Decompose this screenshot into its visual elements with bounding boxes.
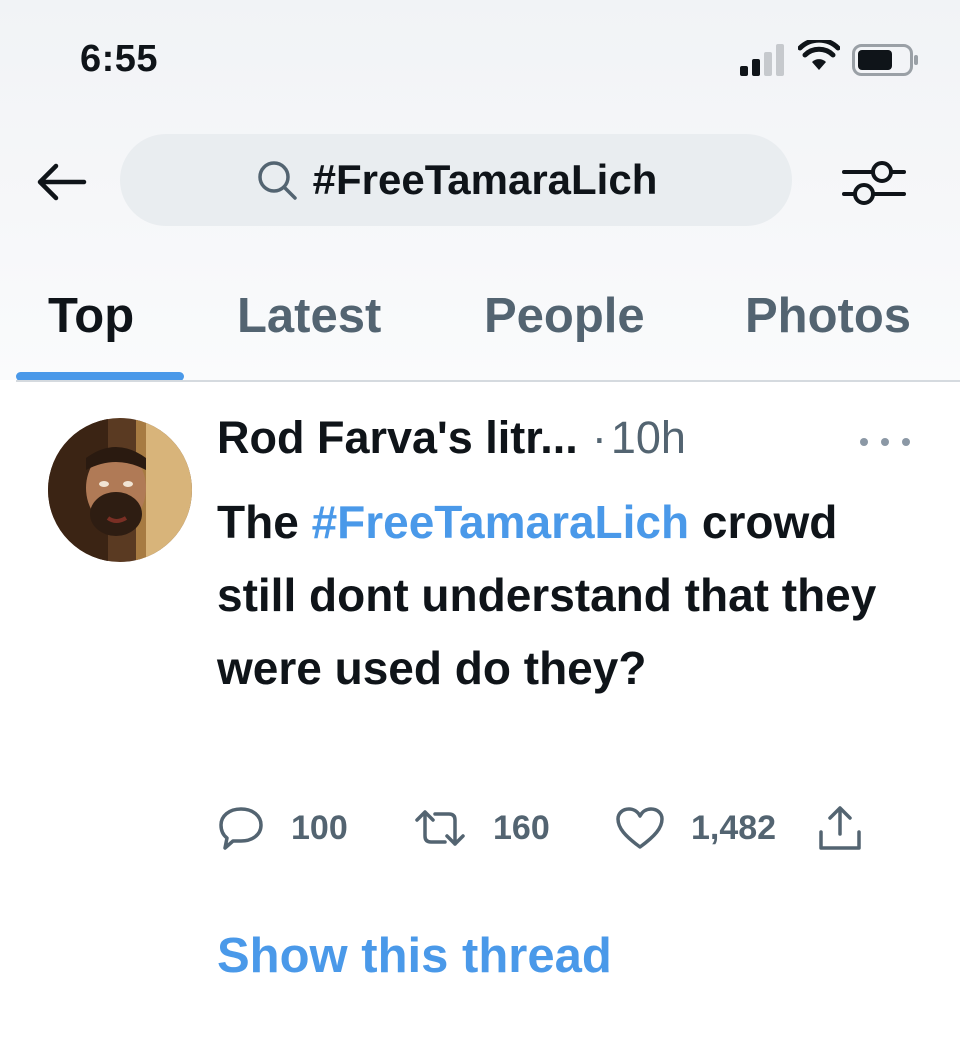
tab-people[interactable]: People <box>484 288 645 344</box>
cellular-signal-icon <box>740 44 784 76</box>
search-query: #FreeTamaraLich <box>312 156 658 203</box>
more-options-icon[interactable] <box>860 428 910 456</box>
tab-photos[interactable]: Photos <box>745 288 911 344</box>
author-name[interactable]: Rod Farva's litr... <box>217 412 578 464</box>
search-settings-icon[interactable] <box>838 152 910 212</box>
reply-button[interactable]: 100 <box>217 798 348 858</box>
avatar[interactable] <box>48 418 192 562</box>
hashtag-link[interactable]: #FreeTamaraLich <box>312 496 690 548</box>
tab-latest[interactable]: Latest <box>237 288 381 344</box>
tweet-text: The #FreeTamaraLich crowd still dont und… <box>217 486 917 705</box>
share-button[interactable] <box>817 798 863 858</box>
reply-icon <box>219 807 263 850</box>
heart-icon <box>616 807 664 849</box>
wifi-icon <box>798 40 840 70</box>
back-button[interactable] <box>30 156 90 208</box>
retweet-count: 160 <box>493 808 550 847</box>
tweet-header: Rod Farva's litr... · 10h <box>217 412 686 472</box>
like-count: 1,482 <box>691 808 777 847</box>
retweet-button[interactable]: 160 <box>413 798 550 858</box>
show-thread-link[interactable]: Show this thread <box>217 928 612 984</box>
like-button[interactable]: 1,482 <box>615 798 776 858</box>
share-icon <box>819 806 861 850</box>
search-input[interactable]: #FreeTamaraLich <box>120 134 792 226</box>
retweet-icon <box>415 810 465 846</box>
tweet-actions: 100 160 1,482 <box>217 798 917 858</box>
search-icon <box>255 158 299 202</box>
arrow-left-icon <box>37 163 87 201</box>
tweet-text-prefix: The <box>217 496 312 548</box>
tweet-time[interactable]: 10h <box>611 412 686 464</box>
search-tabs: Top Latest People Photos <box>0 270 960 382</box>
battery-icon <box>852 44 918 76</box>
separator-dot: · <box>591 412 607 463</box>
tabs-divider <box>16 380 960 382</box>
tab-top[interactable]: Top <box>48 288 134 344</box>
reply-count: 100 <box>291 808 348 847</box>
status-time: 6:55 <box>80 38 159 80</box>
